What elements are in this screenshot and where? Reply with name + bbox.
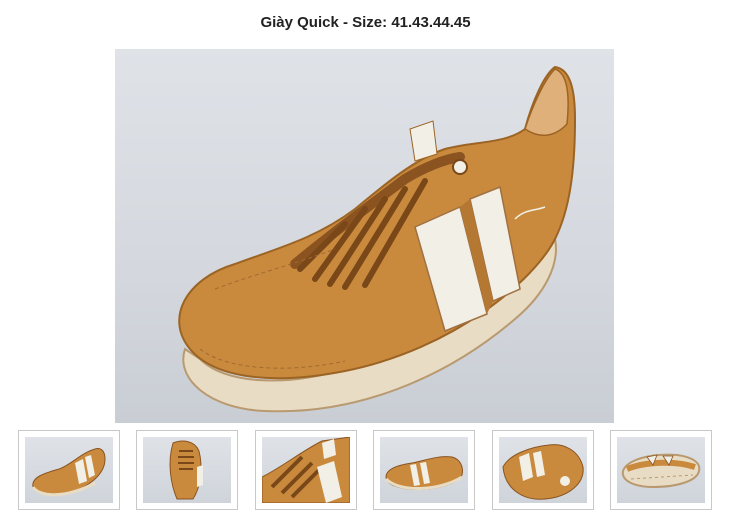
thumbnail-5[interactable]: [492, 430, 594, 510]
main-product-image: [115, 49, 614, 423]
thumbnail-image: [143, 437, 231, 503]
thumbnail-4[interactable]: [373, 430, 475, 510]
thumbnail-image: [499, 437, 587, 503]
thumbnail-2[interactable]: [136, 430, 238, 510]
product-title: Giày Quick - Size: 41.43.44.45: [260, 14, 471, 31]
thumbnail-6[interactable]: [610, 430, 712, 510]
thumbnail-strip: [18, 430, 712, 510]
thumbnail-image: [262, 437, 350, 503]
thumbnail-image: [380, 437, 468, 503]
thumbnail-1[interactable]: [18, 430, 120, 510]
thumbnail-image: [617, 437, 705, 503]
thumbnail-image: [25, 437, 113, 503]
thumbnail-3[interactable]: [255, 430, 357, 510]
shoe-illustration: [178, 65, 577, 413]
